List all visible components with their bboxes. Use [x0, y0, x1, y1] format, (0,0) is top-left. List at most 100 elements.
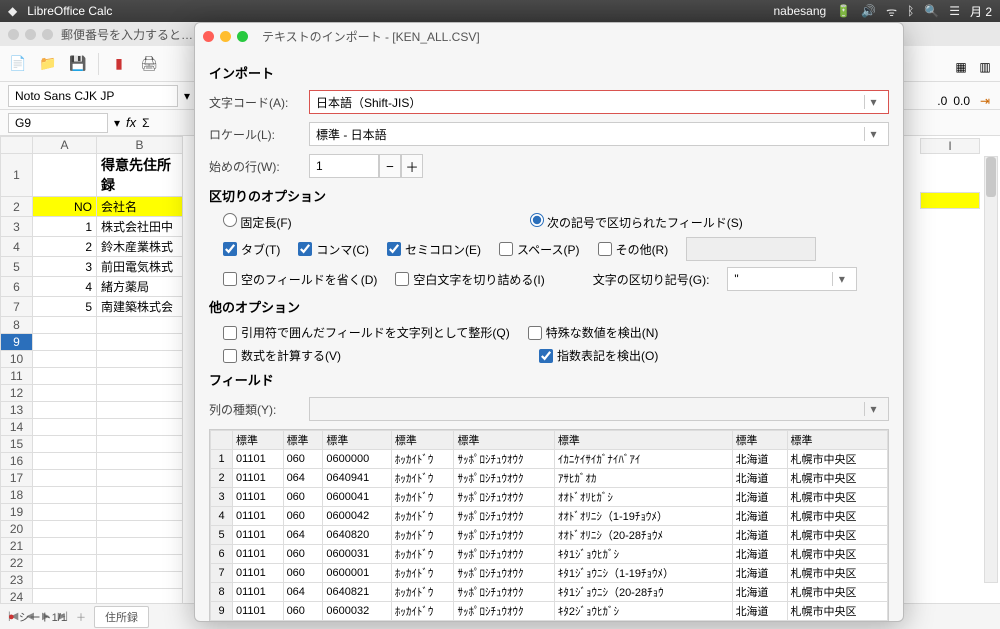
cell[interactable] [33, 334, 97, 351]
cell[interactable] [97, 572, 183, 589]
search-icon[interactable]: 🔍 [924, 4, 939, 18]
decimal-dec[interactable]: 0.0 [953, 94, 970, 108]
column-header[interactable]: B [97, 137, 183, 154]
row-header[interactable]: 21 [1, 538, 33, 555]
print-icon[interactable]: 🖨 [139, 54, 159, 74]
row-header[interactable]: 12 [1, 385, 33, 402]
cell[interactable]: 1 [33, 217, 97, 237]
font-name-input[interactable] [8, 85, 178, 107]
cell-I2-yellow[interactable] [920, 192, 980, 209]
cell[interactable] [33, 436, 97, 453]
autosum-icon[interactable]: Σ [142, 116, 149, 130]
cell[interactable] [33, 521, 97, 538]
pdf-icon[interactable]: ▮ [109, 54, 129, 74]
cell[interactable]: 会社名 [97, 197, 183, 217]
cell[interactable] [33, 385, 97, 402]
cell[interactable] [33, 317, 97, 334]
row-header[interactable]: 8 [1, 317, 33, 334]
cell[interactable]: 3 [33, 257, 97, 277]
cell[interactable] [33, 538, 97, 555]
cell[interactable] [33, 504, 97, 521]
apple-icon[interactable]: ◆ [8, 4, 17, 18]
cell[interactable]: 得意先住所録 [97, 154, 183, 197]
function-wizard-icon[interactable]: fx [126, 115, 136, 130]
cell[interactable]: 南建築株式会 [97, 297, 183, 317]
checkbox-evaluate-formulas[interactable]: 数式を計算する(V) [223, 347, 341, 364]
checkbox-detect-special[interactable]: 特殊な数値を検出(N) [528, 324, 659, 341]
cell[interactable] [97, 538, 183, 555]
cell[interactable]: 5 [33, 297, 97, 317]
preview-col-header[interactable]: 標準 [554, 431, 732, 450]
radio-fixed-width[interactable]: 固定長(F) [223, 213, 292, 231]
cell[interactable] [97, 436, 183, 453]
indent-icon[interactable]: ⇥ [976, 92, 994, 110]
cell[interactable] [33, 154, 97, 197]
cell[interactable] [97, 589, 183, 604]
cell[interactable] [33, 589, 97, 604]
open-icon[interactable]: 📁 [38, 54, 58, 74]
sheet-tab[interactable]: 住所録 [94, 606, 149, 628]
row-header[interactable]: 14 [1, 419, 33, 436]
traffic-lights[interactable] [8, 29, 53, 40]
cell[interactable]: 株式会社田中 [97, 217, 183, 237]
cell[interactable] [97, 470, 183, 487]
cell[interactable] [97, 521, 183, 538]
preview-table-wrap[interactable]: 標準標準標準標準標準標準標準標準1011010600600000ﾎｯｶｲﾄﾞｳｻ… [209, 429, 889, 621]
row-header[interactable]: 20 [1, 521, 33, 538]
cell[interactable]: 2 [33, 237, 97, 257]
checkbox-merge-delim[interactable]: 空のフィールドを省く(D) [223, 271, 377, 288]
checkbox-detect-scientific[interactable]: 指数表記を検出(O) [539, 347, 658, 364]
row-header[interactable]: 23 [1, 572, 33, 589]
cell[interactable] [97, 385, 183, 402]
checkbox-other[interactable]: その他(R) [598, 241, 669, 258]
row-header[interactable]: 18 [1, 487, 33, 504]
row-header[interactable]: 13 [1, 402, 33, 419]
volume-icon[interactable]: 🔊 [861, 4, 876, 18]
row-header[interactable]: 24 [1, 589, 33, 604]
other-delim-input[interactable] [686, 237, 816, 261]
grid-icon[interactable]: ▦ [952, 58, 970, 76]
row-header[interactable]: 3 [1, 217, 33, 237]
charset-dropdown[interactable]: 日本語（Shift-JIS） ▾ [309, 90, 889, 114]
cell[interactable]: 鈴木産業株式 [97, 237, 183, 257]
preview-col-header[interactable]: 標準 [283, 431, 323, 450]
row-header[interactable]: 22 [1, 555, 33, 572]
cell[interactable] [33, 419, 97, 436]
font-dropdown-icon[interactable]: ▾ [184, 89, 190, 103]
cell-ref-dropdown-icon[interactable]: ▾ [114, 116, 120, 130]
cell[interactable] [33, 555, 97, 572]
spreadsheet-grid[interactable]: AB1得意先住所録2NO会社名31株式会社田中42鈴木産業株式53前田電気株式6… [0, 136, 183, 603]
checkbox-space[interactable]: スペース(P) [499, 241, 580, 258]
row-header[interactable]: 17 [1, 470, 33, 487]
row-header[interactable]: 11 [1, 368, 33, 385]
cell[interactable] [33, 402, 97, 419]
cell[interactable] [33, 487, 97, 504]
cell-reference-input[interactable] [8, 113, 108, 133]
bluetooth-icon[interactable]: ᛒ [907, 4, 914, 18]
startrow-dec[interactable]: − [379, 154, 401, 178]
decimal-inc[interactable]: .0 [937, 94, 947, 108]
cell[interactable] [97, 487, 183, 504]
cell[interactable]: 前田電気株式 [97, 257, 183, 277]
preview-col-header[interactable]: 標準 [732, 431, 787, 450]
row-header[interactable]: 15 [1, 436, 33, 453]
cell[interactable] [97, 351, 183, 368]
cell[interactable] [97, 317, 183, 334]
row-header[interactable]: 6 [1, 277, 33, 297]
new-doc-icon[interactable]: 📄 [8, 54, 28, 74]
row-header[interactable]: 19 [1, 504, 33, 521]
cell[interactable]: NO [33, 197, 97, 217]
dialog-traffic-lights[interactable] [203, 31, 248, 42]
checkbox-tab[interactable]: タブ(T) [223, 241, 280, 258]
preview-col-header[interactable]: 標準 [323, 431, 392, 450]
row-header[interactable]: 16 [1, 453, 33, 470]
cell[interactable]: 4 [33, 277, 97, 297]
wifi-icon[interactable]: ᯤ [886, 3, 897, 20]
battery-icon[interactable]: 🔋 [836, 4, 851, 18]
row-header[interactable]: 10 [1, 351, 33, 368]
startrow-inc[interactable]: ＋ [401, 154, 423, 178]
add-sheet-icon[interactable]: ＋ [76, 609, 86, 624]
preview-col-header[interactable]: 標準 [454, 431, 554, 450]
preview-col-header[interactable]: 標準 [787, 431, 887, 450]
radio-delimited[interactable]: 次の記号で区切られたフィールド(S) [530, 213, 743, 231]
